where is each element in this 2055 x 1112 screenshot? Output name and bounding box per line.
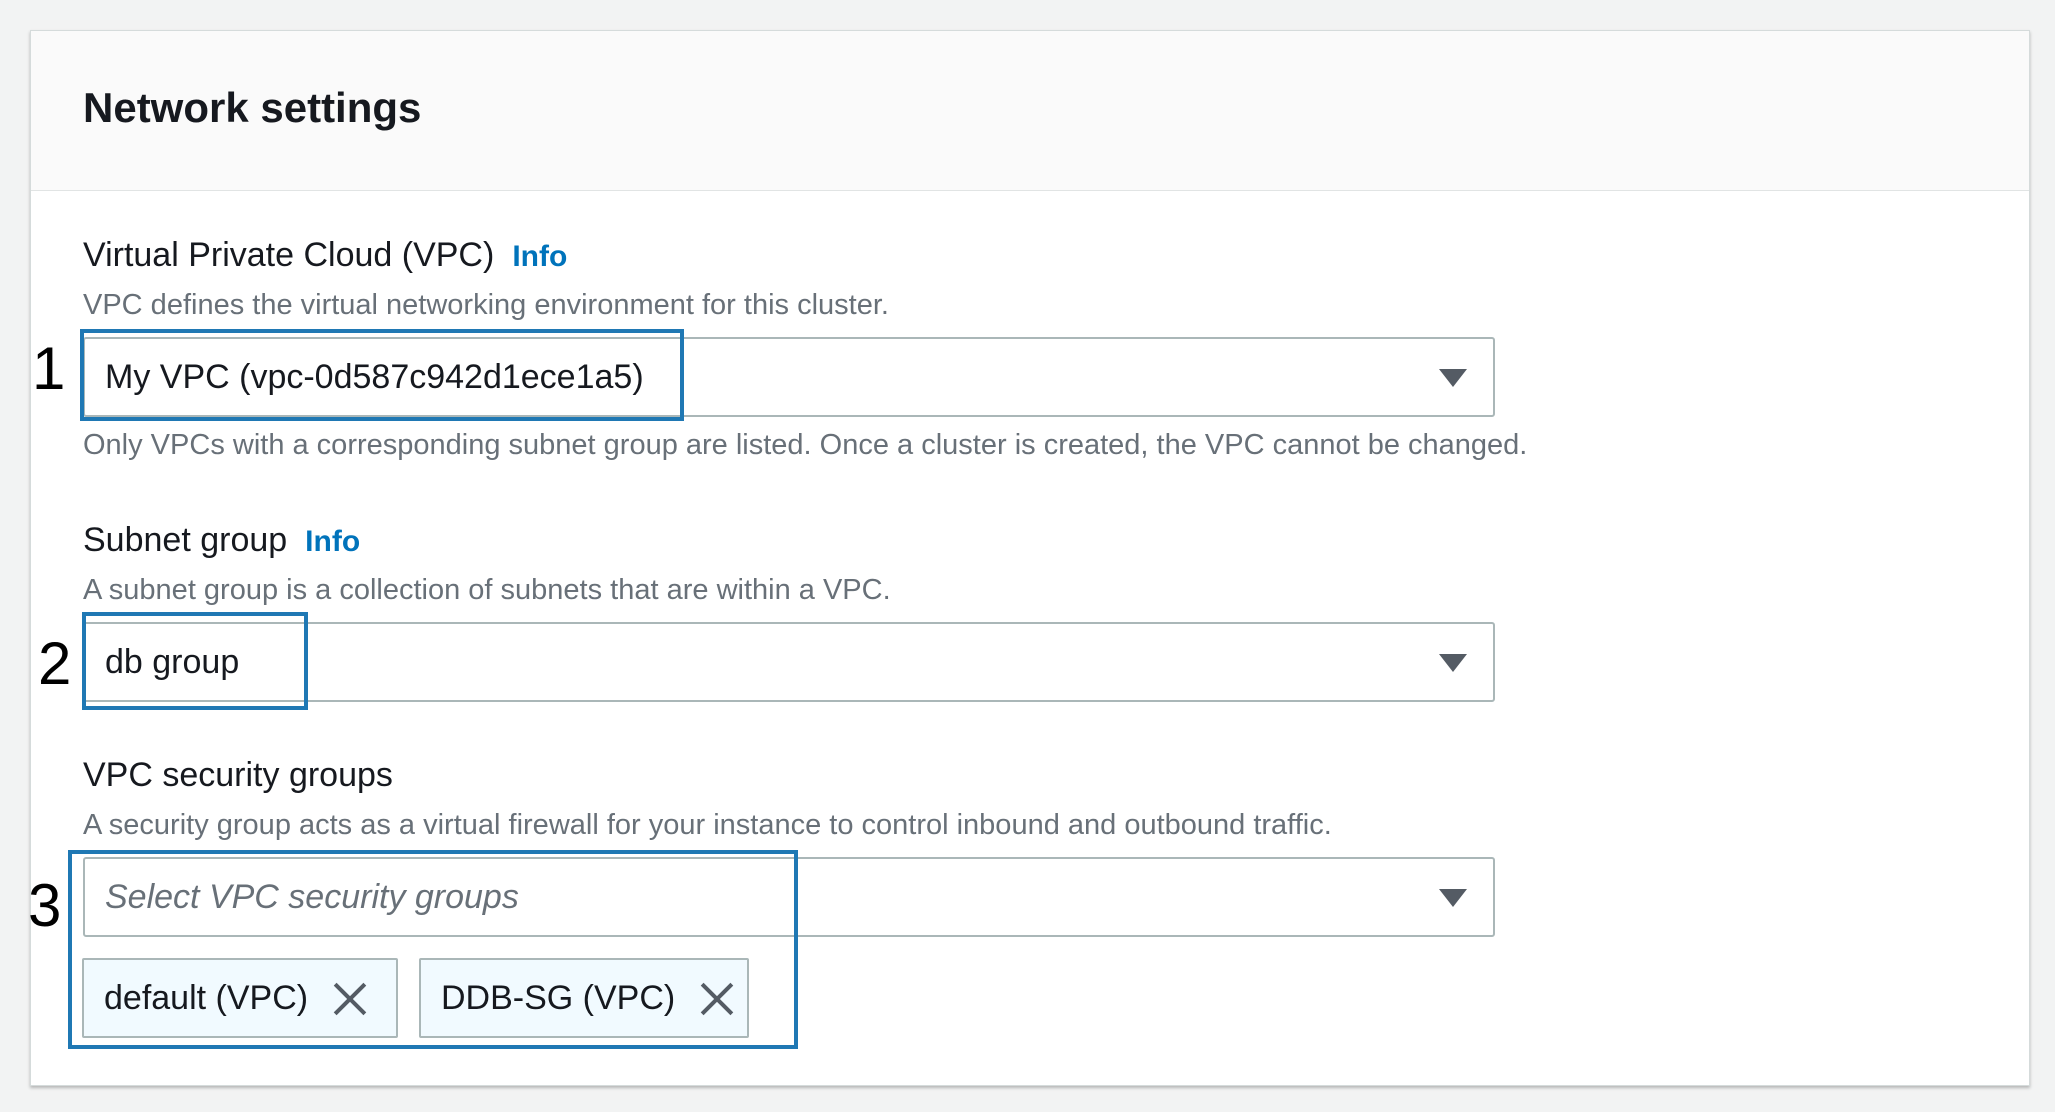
vpc-selected-value: My VPC (vpc-0d587c942d1ece1a5) bbox=[105, 358, 644, 396]
vpc-select[interactable]: My VPC (vpc-0d587c942d1ece1a5) bbox=[83, 337, 1495, 417]
security-groups-description: A security group acts as a virtual firew… bbox=[83, 809, 1332, 841]
token-label: default (VPC) bbox=[104, 978, 309, 1017]
subnet-selected-value: db group bbox=[105, 643, 240, 681]
subnet-description: A subnet group is a collection of subnet… bbox=[83, 574, 891, 606]
close-icon[interactable] bbox=[697, 978, 737, 1018]
security-groups-label: VPC security groups bbox=[83, 756, 393, 794]
vpc-description: VPC defines the virtual networking envir… bbox=[83, 289, 889, 321]
security-groups-label-row: VPC security groups bbox=[83, 756, 393, 795]
subnet-label-row: Subnet group Info bbox=[83, 521, 360, 560]
step-number-2: 2 bbox=[38, 630, 72, 697]
panel-header: Network settings bbox=[31, 31, 2029, 191]
network-settings-panel: Network settings Virtual Private Cloud (… bbox=[30, 30, 2030, 1086]
close-icon[interactable] bbox=[330, 978, 370, 1018]
step-number-3: 3 bbox=[28, 872, 62, 939]
caret-down-icon bbox=[1439, 369, 1467, 387]
caret-down-icon bbox=[1439, 654, 1467, 672]
security-groups-select[interactable]: Select VPC security groups bbox=[83, 857, 1495, 937]
panel-title: Network settings bbox=[83, 84, 422, 131]
vpc-info-link[interactable]: Info bbox=[512, 240, 567, 274]
vpc-label-row: Virtual Private Cloud (VPC) Info bbox=[83, 236, 567, 275]
security-group-token: DDB-SG (VPC) bbox=[419, 958, 749, 1038]
subnet-info-link[interactable]: Info bbox=[305, 525, 360, 559]
security-group-token: default (VPC) bbox=[82, 958, 398, 1038]
vpc-hint: Only VPCs with a corresponding subnet gr… bbox=[83, 429, 1528, 461]
subnet-label: Subnet group bbox=[83, 521, 288, 559]
caret-down-icon bbox=[1439, 889, 1467, 907]
token-label: DDB-SG (VPC) bbox=[441, 978, 676, 1017]
subnet-select[interactable]: db group bbox=[83, 622, 1495, 702]
step-number-1: 1 bbox=[32, 335, 66, 402]
vpc-label: Virtual Private Cloud (VPC) bbox=[83, 236, 495, 274]
security-groups-placeholder: Select VPC security groups bbox=[105, 878, 519, 916]
